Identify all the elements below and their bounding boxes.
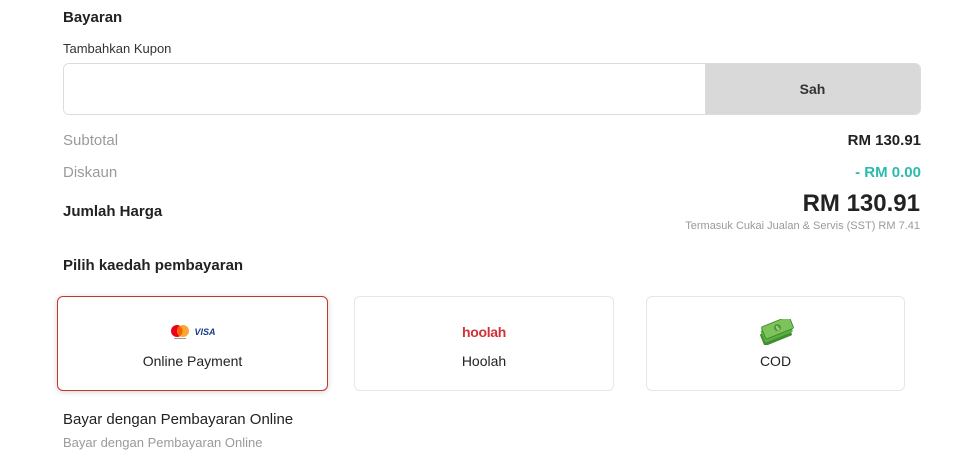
payment-description-title: Bayar dengan Pembayaran Online (63, 411, 294, 428)
tax-note: Termasuk Cukai Jualan & Servis (SST) RM … (685, 220, 920, 232)
discount-value: - RM 0.00 (855, 163, 921, 181)
apply-coupon-button[interactable]: Sah (705, 64, 920, 114)
hoolah-logo: hoolah (461, 323, 507, 340)
mastercard-visa-icon: VISA (169, 319, 216, 345)
payment-option-hoolah[interactable]: hoolah Hoolah (354, 296, 614, 391)
discount-label: Diskaun (63, 163, 118, 181)
cash-icon: $ (756, 318, 796, 345)
payment-option-label: COD (759, 352, 792, 369)
payment-option-label: Hoolah (461, 352, 507, 369)
payment-description-subtitle: Bayar dengan Pembayaran Online (63, 435, 263, 450)
coupon-label: Tambahkan Kupon (63, 41, 172, 56)
visa-logo: VISA (194, 326, 216, 337)
payment-option-online[interactable]: VISA Online Payment (57, 296, 328, 391)
total-value: RM 130.91 (802, 190, 920, 217)
payment-option-label: Online Payment (142, 352, 243, 369)
subtotal-row: Subtotal RM 130.91 (63, 130, 921, 150)
coupon-row: Sah (63, 63, 921, 115)
discount-row: Diskaun - RM 0.00 (63, 162, 921, 182)
hoolah-logo-icon: hoolah (462, 319, 506, 345)
total-label: Jumlah Harga (63, 203, 163, 220)
subtotal-value: RM 130.91 (847, 131, 921, 149)
coupon-input[interactable] (64, 64, 705, 114)
payment-option-cod[interactable]: $ COD (646, 296, 905, 391)
payment-method-title: Pilih kaedah pembayaran (63, 257, 244, 274)
payment-section-title: Bayaran (63, 9, 123, 26)
subtotal-label: Subtotal (63, 131, 119, 149)
